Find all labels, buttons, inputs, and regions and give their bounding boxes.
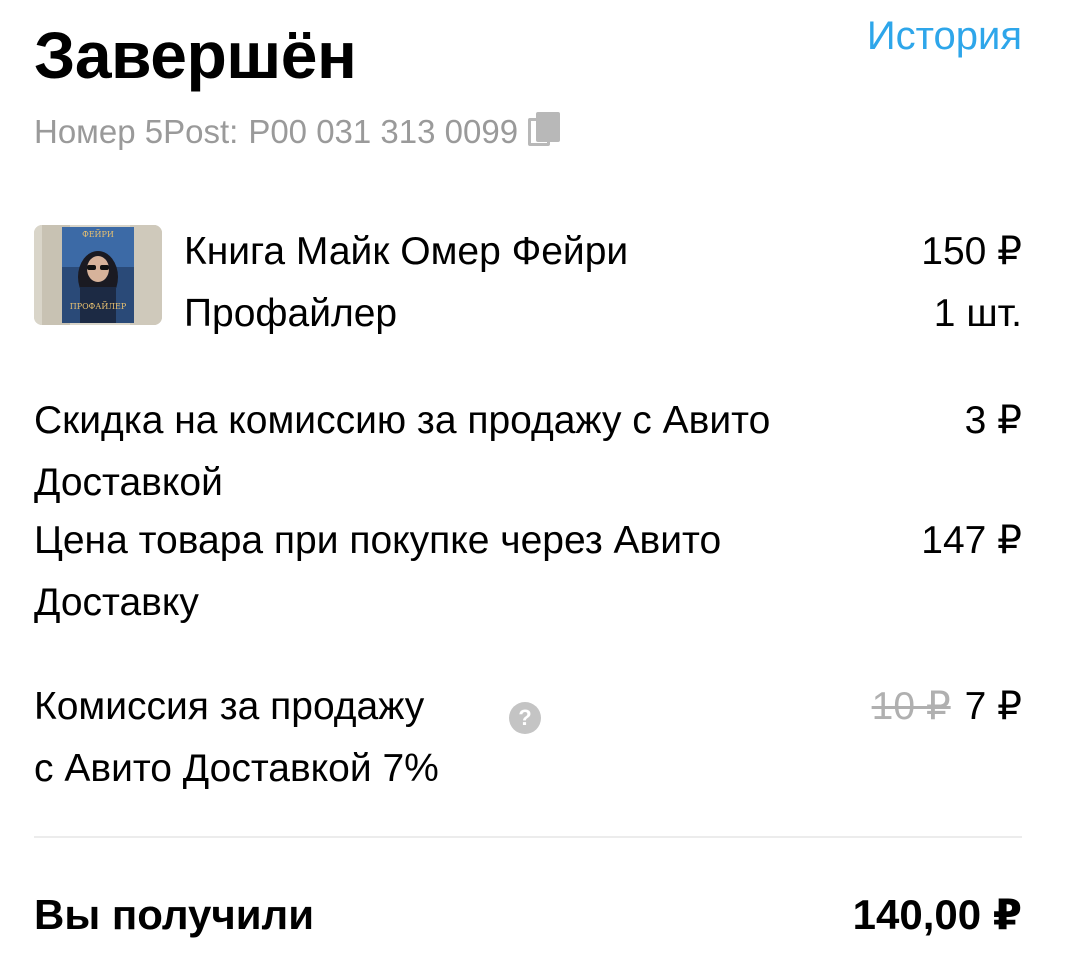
product-name-line-1: Книга Майк Омер Фейри [184, 230, 629, 273]
item-price-label: Цена товара при покупке через Авито Дост… [34, 519, 722, 624]
total-row: Вы получили 140,00 ₽ [34, 884, 1022, 946]
commission-row: Комиссия за продажу с Авито Доставкой 7%… [34, 676, 1022, 800]
product-name[interactable]: Книга Майк Омер Фейри Профайлер [184, 221, 744, 345]
commission-old-value: 10 ₽ [871, 685, 951, 728]
tracking-number-row: Номер 5Post: P00 031 313 0099 [34, 112, 564, 150]
divider [34, 836, 1022, 838]
commission-value: 10 ₽ 7 ₽ [872, 676, 1022, 738]
history-link[interactable]: История [867, 16, 1022, 56]
commission-label-line-1: Комиссия за продажу [34, 685, 425, 728]
book-cover-thumbnail[interactable]: ФЕЙРИ ПРОФАЙЛЕР [34, 225, 162, 325]
commission-label-line-2: с Авито Доставкой 7% [34, 747, 439, 790]
product-price: 150 ₽ [921, 230, 1022, 273]
discount-row: Скидка на комиссию за продажу с Авито До… [34, 390, 1022, 514]
product-name-line-2: Профайлер [184, 292, 398, 335]
item-price-row: Цена товара при покупке через Авито Дост… [34, 510, 1022, 634]
product-row[interactable]: ФЕЙРИ ПРОФАЙЛЕР Книга Майк Омер Фейри Пр… [34, 225, 1022, 345]
question-circle-icon[interactable]: ? [509, 702, 541, 734]
order-details-page: Завершён История Номер 5Post: P00 031 31… [34, 0, 1022, 973]
cover-title-bottom: ПРОФАЙЛЕР [70, 302, 127, 311]
tracking-label: Номер 5Post: [34, 112, 239, 150]
total-label: Вы получили [34, 891, 315, 938]
item-price-value: 147 ₽ [921, 519, 1022, 562]
product-quantity: 1 шт. [933, 292, 1022, 335]
tracking-number: P00 031 313 0099 [248, 112, 519, 150]
total-value: 140,00 ₽ [852, 891, 1022, 938]
discount-value: 3 ₽ [964, 399, 1022, 442]
commission-current-value: 7 ₽ [964, 685, 1022, 728]
copy-icon[interactable] [528, 112, 564, 150]
cover-title-top: ФЕЙРИ [82, 230, 114, 239]
commission-label: Комиссия за продажу с Авито Доставкой 7% [34, 676, 864, 800]
discount-label: Скидка на комиссию за продажу с Авито До… [34, 399, 771, 504]
order-status-title: Завершён [34, 18, 357, 92]
